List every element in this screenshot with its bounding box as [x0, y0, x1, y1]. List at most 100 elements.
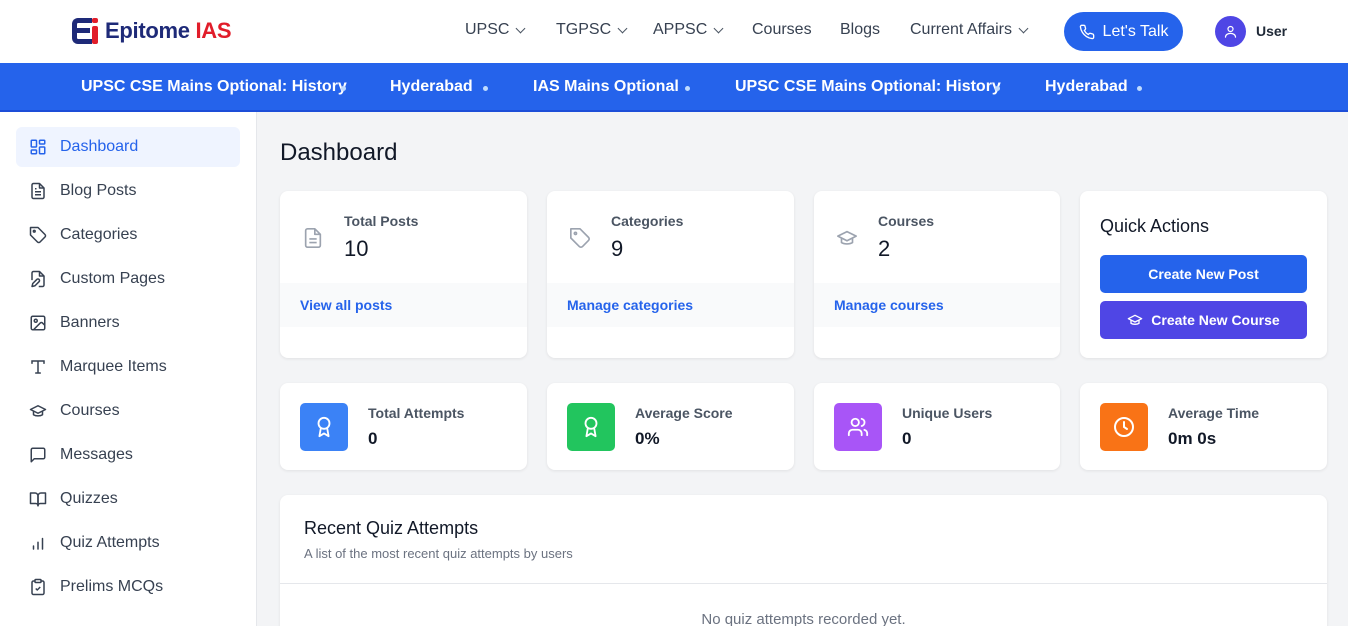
sidebar-item-label: Quizzes: [60, 490, 118, 507]
stat-value: 9: [611, 236, 624, 261]
chevron-down-icon: [713, 23, 724, 33]
create-new-course-button[interactable]: Create New Course: [1100, 301, 1307, 339]
lets-talk-button[interactable]: Let's Talk: [1064, 12, 1183, 51]
chevron-down-icon: [516, 23, 526, 33]
sidebar-item-quizzes[interactable]: Quizzes: [16, 479, 240, 519]
logo-mark-icon: [72, 18, 100, 44]
nav-tgpsc-label: TGPSC: [556, 21, 612, 38]
quiz-stat-value: 0: [902, 429, 912, 448]
quiz-stat-average-time: Average Time 0m 0s: [1080, 383, 1327, 470]
empty-state-message: No quiz attempts recorded yet.: [701, 611, 906, 626]
quiz-stat-label: Average Score: [635, 405, 733, 421]
marquee-item[interactable]: UPSC CSE Mains Optional: History: [735, 78, 1001, 96]
user-name[interactable]: User: [1256, 23, 1287, 39]
manage-courses-link[interactable]: Manage courses: [834, 297, 944, 313]
nav-upsc[interactable]: UPSC: [465, 21, 526, 39]
nav-upsc-label: UPSC: [465, 21, 510, 38]
quick-actions-title: Quick Actions: [1100, 216, 1210, 236]
quiz-stat-value: 0: [368, 429, 378, 448]
sidebar-item-custom-pages[interactable]: Custom Pages: [16, 259, 240, 299]
award-icon: [567, 403, 615, 451]
image-icon: [30, 315, 46, 331]
view-all-posts-link[interactable]: View all posts: [300, 297, 392, 313]
create-new-course-label: Create New Course: [1151, 312, 1280, 328]
bar-chart-icon: [32, 537, 44, 550]
logo-text: Epitome IAS: [105, 18, 232, 44]
brand-logo[interactable]: Epitome IAS: [72, 17, 232, 45]
sidebar-item-label: Prelims MCQs: [60, 578, 164, 595]
sidebar-item-categories[interactable]: Categories: [16, 215, 240, 255]
stat-card-courses: Courses 2 Manage courses: [814, 191, 1060, 358]
document-icon: [304, 228, 322, 248]
chevron-down-icon: [617, 23, 628, 33]
top-header: Epitome IAS UPSC TGPSC APPSC Courses Blo…: [0, 0, 1348, 63]
nav-blogs-label: Blogs: [840, 21, 881, 38]
page-title: Dashboard: [280, 139, 398, 166]
sidebar-item-label: Messages: [60, 446, 133, 463]
stat-card-total-posts: Total Posts 10 View all posts: [280, 191, 527, 358]
sidebar-item-prelims-mcqs[interactable]: Prelims MCQs: [16, 567, 240, 607]
nav-tgpsc[interactable]: TGPSC: [556, 21, 628, 39]
nav-appsc-label: APPSC: [653, 21, 708, 38]
sidebar-item-label: Quiz Attempts: [60, 534, 160, 551]
sidebar-item-marquee-items[interactable]: Marquee Items: [16, 347, 240, 387]
sidebar-item-quiz-attempts[interactable]: Quiz Attempts: [16, 523, 240, 563]
marquee-item[interactable]: UPSC CSE Mains Optional: History: [81, 78, 347, 96]
admin-sidebar: Dashboard Blog Posts Categories Custom P…: [0, 112, 257, 626]
create-new-post-label: Create New Post: [1148, 266, 1259, 282]
dashboard-grid-icon: [30, 139, 46, 155]
sidebar-item-courses[interactable]: Courses: [16, 391, 240, 431]
nav-courses-label: Courses: [752, 21, 812, 38]
divider: [280, 583, 1327, 584]
clipboard-check-icon: [31, 578, 45, 596]
manage-categories-link[interactable]: Manage categories: [567, 297, 693, 313]
logo-name-part2: IAS: [195, 18, 232, 43]
sidebar-item-label: Banners: [60, 314, 120, 331]
file-edit-icon: [31, 270, 45, 288]
nav-blogs[interactable]: Blogs: [840, 21, 880, 39]
graduation-cap-icon: [1127, 314, 1143, 325]
marquee-separator-dot: [483, 86, 488, 91]
document-icon: [31, 182, 45, 200]
stat-label: Courses: [878, 213, 935, 229]
clock-icon: [1100, 403, 1148, 451]
chevron-down-icon: [1018, 23, 1029, 33]
tag-icon: [570, 228, 590, 248]
marquee-bar: UPSC CSE Mains Optional: History Hyderab…: [0, 63, 1348, 112]
recent-quiz-attempts-subtitle: A list of the most recent quiz attempts …: [304, 546, 573, 561]
nav-courses[interactable]: Courses: [752, 21, 812, 39]
sidebar-item-blog-posts[interactable]: Blog Posts: [16, 171, 240, 211]
quiz-stat-value: 0m 0s: [1168, 429, 1217, 448]
text-icon: [31, 360, 45, 374]
sidebar-item-label: Blog Posts: [60, 182, 137, 199]
sidebar-item-label: Marquee Items: [60, 358, 167, 375]
sidebar-item-label: Custom Pages: [60, 270, 165, 287]
quiz-stat-value: 0%: [635, 429, 660, 448]
marquee-separator-dot: [995, 86, 1000, 91]
quick-actions-card: Quick Actions Create New Post Create New…: [1080, 191, 1327, 358]
user-avatar[interactable]: [1215, 16, 1246, 47]
stat-card-categories: Categories 9 Manage categories: [547, 191, 794, 358]
marquee-item[interactable]: Hyderabad: [390, 78, 473, 96]
stat-label: Categories: [611, 213, 684, 229]
tag-icon: [29, 226, 47, 244]
stat-value: 10: [344, 236, 369, 261]
phone-icon: [1079, 24, 1094, 39]
quiz-stat-label: Average Time: [1168, 405, 1260, 421]
sidebar-item-dashboard[interactable]: Dashboard: [16, 127, 240, 167]
create-new-post-button[interactable]: Create New Post: [1100, 255, 1307, 293]
stat-label: Total Posts: [344, 213, 419, 229]
quiz-stat-label: Total Attempts: [368, 405, 465, 421]
nav-appsc[interactable]: APPSC: [653, 21, 724, 39]
sidebar-item-messages[interactable]: Messages: [16, 435, 240, 475]
marquee-item[interactable]: IAS Mains Optional: [533, 78, 679, 96]
quiz-stat-unique-users: Unique Users 0: [814, 383, 1060, 470]
marquee-item[interactable]: Hyderabad: [1045, 78, 1128, 96]
sidebar-item-label: Categories: [60, 226, 138, 243]
nav-current-affairs[interactable]: Current Affairs: [910, 21, 1029, 39]
message-icon: [30, 447, 46, 463]
recent-quiz-attempts-card: Recent Quiz Attempts A list of the most …: [280, 495, 1327, 626]
graduation-cap-icon: [837, 230, 857, 245]
marquee-separator-dot: [341, 86, 346, 91]
sidebar-item-banners[interactable]: Banners: [16, 303, 240, 343]
